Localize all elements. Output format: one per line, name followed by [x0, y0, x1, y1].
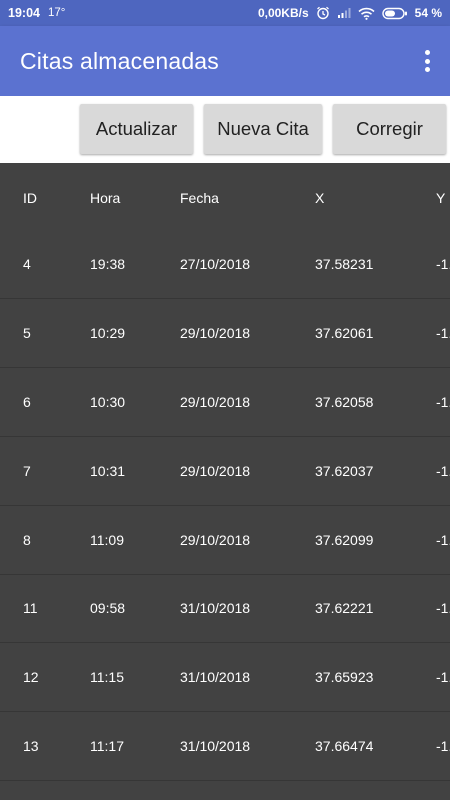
cell-y: -1.	[436, 325, 450, 341]
cell-fecha: 31/10/2018	[180, 738, 251, 754]
cell-fecha: 31/10/2018	[180, 600, 251, 616]
header-x: X	[315, 189, 325, 206]
cell-id: 11	[23, 600, 38, 616]
header-hora: Hora	[90, 189, 121, 206]
status-temperature: 17°	[47, 7, 66, 19]
action-toolbar: Actualizar Nueva Cita Corregir	[0, 96, 450, 163]
cell-id: 7	[23, 463, 31, 479]
cell-id: 5	[23, 325, 31, 341]
table-row[interactable]: 4 19:38 27/10/2018 37.58231 -1.	[0, 230, 450, 299]
cell-x: 37.62221	[315, 600, 374, 616]
cell-y: -1.	[436, 669, 450, 685]
table-row[interactable]: 5 10:29 29/10/2018 37.62061 -1.	[0, 299, 450, 368]
cell-hora: 11:15	[90, 669, 124, 685]
status-time: 19:04	[8, 6, 40, 20]
page-title: Citas almacenadas	[20, 47, 220, 74]
cell-fecha: 31/10/2018	[180, 669, 251, 685]
signal-icon	[337, 7, 351, 19]
header-fecha: Fecha	[180, 189, 219, 206]
table-row[interactable]: 11 09:58 31/10/2018 37.62221 -1.	[0, 574, 450, 643]
cell-fecha: 29/10/2018	[180, 394, 251, 410]
update-button[interactable]: Actualizar	[80, 104, 193, 154]
app-bar: Citas almacenadas	[0, 26, 450, 96]
cell-y: -1.	[436, 532, 450, 548]
status-data-speed: 0,00KB/s	[257, 6, 309, 20]
appointments-table: ID Hora Fecha X Y 4 19:38 27/10/2018 37.…	[0, 163, 450, 800]
cell-id: 12	[23, 669, 39, 685]
table-row[interactable]: 7 10:31 29/10/2018 37.62037 -1.	[0, 437, 450, 506]
cell-hora: 10:31	[90, 463, 126, 479]
cell-hora: 10:29	[90, 325, 126, 341]
cell-x: 37.66474	[315, 738, 374, 754]
cell-x: 37.58231	[315, 256, 374, 272]
alarm-icon	[316, 6, 330, 20]
header-y: Y	[436, 189, 446, 206]
cell-y: -1.	[436, 256, 450, 272]
status-battery-percent: 54 %	[414, 6, 442, 20]
cell-fecha: 29/10/2018	[180, 532, 251, 548]
cell-y: -1.	[436, 463, 450, 479]
cell-x: 37.62061	[315, 325, 374, 341]
cell-x: 37.62058	[315, 394, 374, 410]
battery-icon	[381, 7, 408, 20]
wifi-icon	[358, 7, 375, 20]
cell-x: 37.62099	[315, 532, 374, 548]
cell-x: 37.62037	[315, 463, 374, 479]
cell-fecha: 29/10/2018	[180, 463, 251, 479]
cell-hora: 09:58	[90, 600, 126, 616]
cell-id: 4	[23, 256, 31, 272]
fix-button[interactable]: Corregir	[333, 104, 446, 154]
cell-hora: 11:17	[90, 738, 124, 754]
table-row[interactable]: 8 11:09 29/10/2018 37.62099 -1.	[0, 506, 450, 575]
more-vert-icon[interactable]	[422, 48, 432, 74]
cell-id: 8	[23, 532, 31, 548]
header-id: ID	[23, 189, 37, 206]
table-row[interactable]: 12 11:15 31/10/2018 37.65923 -1.	[0, 643, 450, 712]
cell-y: -1.	[436, 738, 450, 754]
cell-y: -1.	[436, 600, 450, 616]
cell-y: -1.	[436, 394, 450, 410]
table-row[interactable]: 6 10:30 29/10/2018 37.62058 -1.	[0, 368, 450, 437]
table-header-row: ID Hora Fecha X Y	[0, 163, 450, 232]
cell-fecha: 27/10/2018	[180, 256, 251, 272]
cell-fecha: 29/10/2018	[180, 325, 251, 341]
cell-id: 6	[23, 394, 31, 410]
cell-hora: 10:30	[90, 394, 126, 410]
cell-hora: 11:09	[90, 532, 124, 548]
new-appointment-button[interactable]: Nueva Cita	[204, 104, 322, 154]
cell-hora: 19:38	[90, 256, 126, 272]
cell-x: 37.65923	[315, 669, 374, 685]
cell-id: 13	[23, 738, 39, 754]
status-bar: 19:04 17° 0,00KB/s 54 %	[0, 0, 450, 26]
table-row[interactable]: 13 11:17 31/10/2018 37.66474 -1.	[0, 712, 450, 781]
